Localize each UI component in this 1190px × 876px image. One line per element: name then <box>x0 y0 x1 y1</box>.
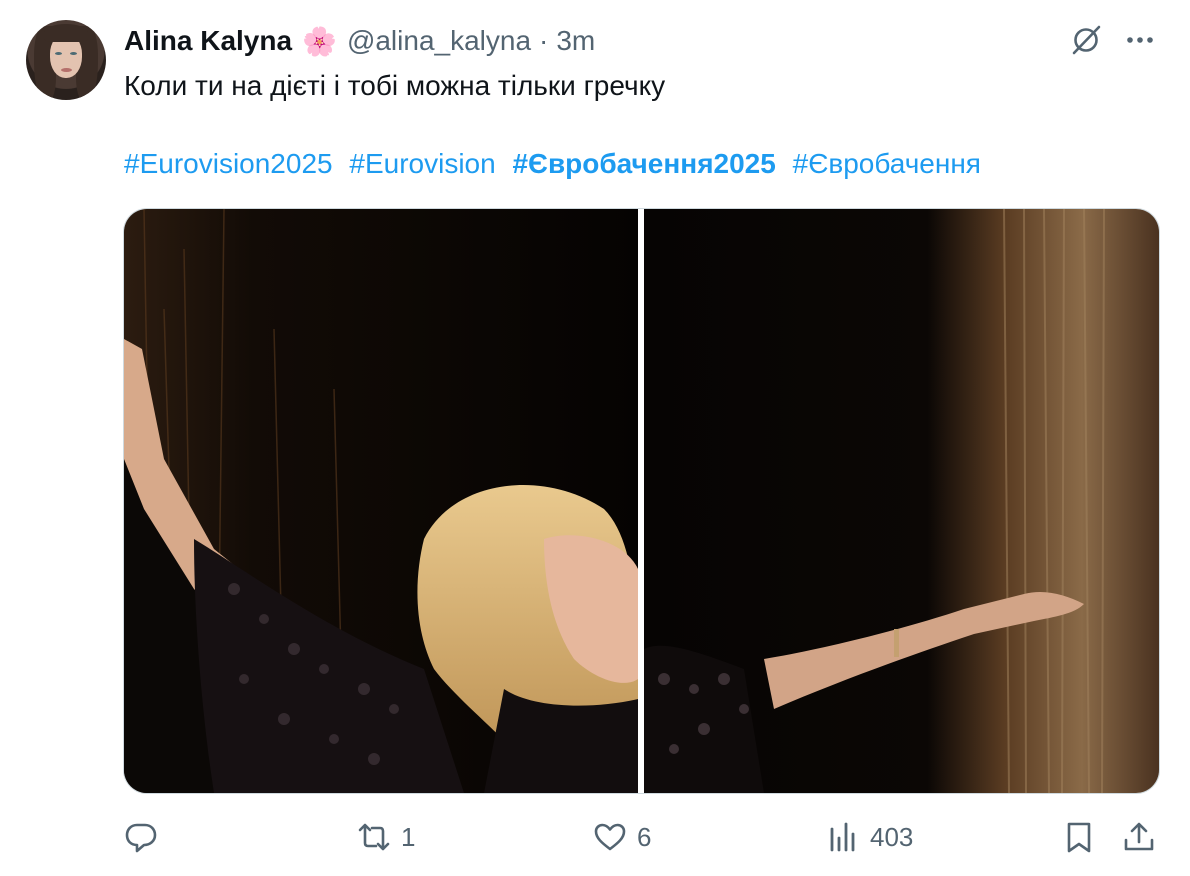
author-name[interactable]: Alina Kalyna <box>124 25 292 57</box>
retweet-icon <box>358 823 390 851</box>
media-image-right[interactable] <box>644 209 1159 793</box>
avatar-eye <box>55 52 62 55</box>
share-button[interactable] <box>1122 812 1156 862</box>
views-icon <box>830 822 855 852</box>
tweet: Alina Kalyna 🌸 @alina_kalyna · 3m Коли т… <box>0 0 1190 876</box>
reply-button[interactable] <box>124 812 168 862</box>
views-count: 403 <box>870 821 914 852</box>
more-icon[interactable] <box>1122 22 1158 58</box>
avatar-hair <box>44 24 88 42</box>
views-button[interactable]: 403 <box>826 812 913 862</box>
hashtag-link[interactable]: #Євробачення2025 <box>512 148 775 179</box>
tweet-header: Alina Kalyna 🌸 @alina_kalyna · 3m <box>124 22 595 60</box>
heart-icon <box>594 823 626 851</box>
avatar-lips <box>61 68 72 72</box>
hashtag-link[interactable]: #Євробачення <box>793 148 981 179</box>
media-image-left[interactable] <box>124 209 638 793</box>
bookmark-icon <box>1067 822 1091 853</box>
retweet-count: 1 <box>401 821 416 852</box>
tweet-timestamp[interactable]: 3m <box>556 25 595 57</box>
action-bar: 1 6 403 <box>0 812 1190 862</box>
author-handle[interactable]: @alina_kalyna <box>347 25 531 57</box>
avatar-eye <box>70 52 77 55</box>
like-count: 6 <box>637 821 652 852</box>
bookmark-button[interactable] <box>1062 812 1096 862</box>
flower-emoji-icon: 🌸 <box>302 25 337 57</box>
grok-icon[interactable] <box>1068 22 1104 58</box>
share-icon <box>1124 822 1154 851</box>
like-button[interactable]: 6 <box>593 812 651 862</box>
avatar[interactable] <box>26 20 106 100</box>
tweet-text: Коли ти на дієті і тобі можна тільки гре… <box>124 70 666 101</box>
retweet-button[interactable]: 1 <box>357 812 415 862</box>
hashtag-line: #Eurovision2025 #Eurovision #Євробачення… <box>124 146 990 182</box>
hashtag-link[interactable]: #Eurovision <box>349 148 495 179</box>
separator-dot: · <box>539 25 549 56</box>
media-grid <box>123 208 1160 794</box>
hashtag-link[interactable]: #Eurovision2025 <box>124 148 333 179</box>
reply-icon <box>125 823 157 853</box>
